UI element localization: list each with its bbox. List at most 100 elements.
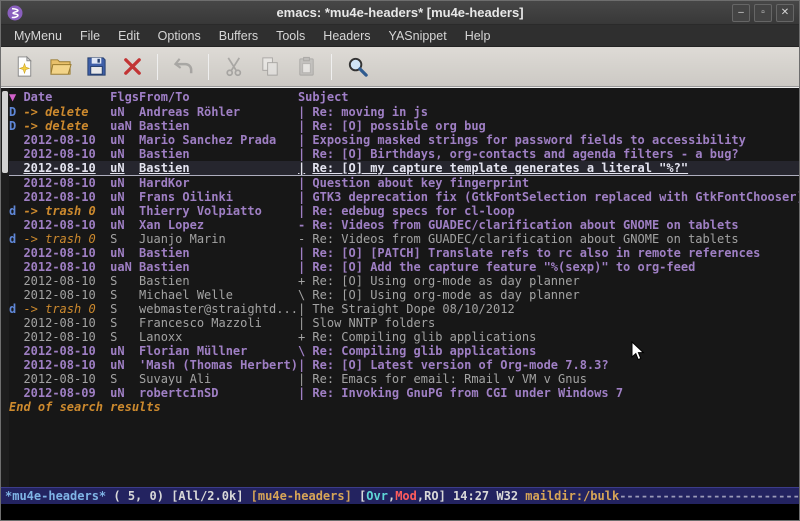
thread-separator: - xyxy=(298,232,312,246)
new-file-icon xyxy=(13,55,36,78)
from-cell: webmaster@straightd... xyxy=(139,302,298,316)
sort-indicator-icon: ▼ xyxy=(9,90,23,105)
toolbar-separator xyxy=(331,54,332,80)
thread-separator: | xyxy=(298,119,312,133)
message-row[interactable]: 2012-08-10uNBastien|Re: [O] my capture t… xyxy=(9,161,799,176)
from-cell: Bastien xyxy=(139,260,298,274)
flags-cell: uN xyxy=(110,204,139,218)
message-row[interactable]: 2012-08-10SBastien+Re: [O] Using org-mod… xyxy=(9,274,799,288)
menu-item-file[interactable]: File xyxy=(71,25,109,47)
column-date: Date xyxy=(23,90,110,105)
column-from: From/To xyxy=(139,90,298,105)
date-cell: 2012-08-10 xyxy=(23,274,110,288)
message-row[interactable]: 2012-08-10uNMario Sanchez Prada|Exposing… xyxy=(9,133,799,147)
minimize-button[interactable]: – xyxy=(732,4,750,22)
message-row[interactable]: D-> deleteuNAndreas Röhler|Re: moving in… xyxy=(9,105,799,119)
date-cell: 2012-08-10 xyxy=(23,344,110,358)
from-cell: Thierry Volpiatto xyxy=(139,204,298,218)
date-cell: 2012-08-09 xyxy=(23,386,110,400)
thread-separator: | xyxy=(298,358,312,372)
message-row[interactable]: 2012-08-10uNFlorian Müllner\Re: Compilin… xyxy=(9,344,799,358)
message-row[interactable]: 2012-08-09uNrobertcInSD|Re: Invoking Gnu… xyxy=(9,386,799,400)
subject-cell: Re: edebug specs for cl-loop xyxy=(312,204,799,218)
save-button[interactable] xyxy=(81,52,111,82)
message-row[interactable]: 2012-08-10uNFrans Oilinki|GTK3 deprecati… xyxy=(9,190,799,204)
date-cell: 2012-08-10 xyxy=(23,358,110,372)
close-buffer-button[interactable] xyxy=(117,52,147,82)
message-row[interactable]: d-> trash 0Swebmaster@straightd...|The S… xyxy=(9,302,799,316)
from-cell: Bastien xyxy=(139,119,298,133)
subject-cell: Re: [O] Add the capture feature "%(sexp)… xyxy=(312,260,799,274)
flags-cell: uaN xyxy=(110,260,139,274)
from-cell: Xan Lopez xyxy=(139,218,298,232)
date-cell: -> delete xyxy=(23,119,110,133)
cut-button[interactable] xyxy=(219,52,249,82)
menu-item-tools[interactable]: Tools xyxy=(267,25,314,47)
scrollbar-thumb[interactable] xyxy=(2,91,8,173)
open-file-icon xyxy=(49,55,72,78)
scrollbar[interactable] xyxy=(1,88,9,487)
message-row[interactable]: 2012-08-10uaNBastien|Re: [O] Add the cap… xyxy=(9,260,799,274)
subject-cell: Re: [O] Using org-mode as day planner xyxy=(312,288,799,302)
modeline-position: ( 5, 0) xyxy=(106,488,171,504)
menu-item-mymenu[interactable]: MyMenu xyxy=(5,25,71,47)
message-row[interactable]: D-> deleteuaNBastien|Re: [O] possible or… xyxy=(9,119,799,133)
copy-button[interactable] xyxy=(255,52,285,82)
menu-item-headers[interactable]: Headers xyxy=(314,25,379,47)
menu-item-help[interactable]: Help xyxy=(456,25,500,47)
from-cell: 'Mash (Thomas Herbert) xyxy=(139,358,298,372)
new-file-button[interactable] xyxy=(9,52,39,82)
copy-icon xyxy=(259,55,282,78)
date-cell: 2012-08-10 xyxy=(23,190,110,204)
mark-char xyxy=(9,330,23,344)
menu-item-buffers[interactable]: Buffers xyxy=(210,25,267,47)
from-cell: Suvayu Ali xyxy=(139,372,298,386)
mark-char xyxy=(9,358,23,372)
mark-char xyxy=(9,147,23,161)
message-row[interactable]: 2012-08-10SLanoxx+Re: Compiling glib app… xyxy=(9,330,799,344)
message-row[interactable]: 2012-08-10uNXan Lopez-Re: Videos from GU… xyxy=(9,218,799,232)
message-row[interactable]: 2012-08-10uNHardKor|Question about key f… xyxy=(9,176,799,190)
message-row[interactable]: d-> trash 0SJuanjo Marin-Re: Videos from… xyxy=(9,232,799,246)
date-cell: -> trash 0 xyxy=(23,232,110,246)
menu-item-options[interactable]: Options xyxy=(149,25,210,47)
message-row[interactable]: 2012-08-10SSuvayu Ali|Re: Emacs for emai… xyxy=(9,372,799,386)
message-row[interactable]: 2012-08-10uNBastien|Re: [O] [PATCH] Tran… xyxy=(9,246,799,260)
subject-cell: Re: [O] [PATCH] Translate refs to rc als… xyxy=(312,246,799,260)
message-row[interactable]: 2012-08-10SFrancesco Mazzoli|Slow NNTP f… xyxy=(9,316,799,330)
modeline-maildir: maildir:/bulk xyxy=(525,488,619,504)
mark-char: D xyxy=(9,105,23,119)
maximize-button[interactable]: ▫ xyxy=(754,4,772,22)
paste-button[interactable] xyxy=(291,52,321,82)
message-row[interactable]: 2012-08-10SMichael Welle\Re: [O] Using o… xyxy=(9,288,799,302)
from-cell: Lanoxx xyxy=(139,330,298,344)
toolbar-separator xyxy=(157,54,158,80)
flags-cell: uN xyxy=(110,161,139,175)
flags-cell: uN xyxy=(110,105,139,119)
thread-separator: \ xyxy=(298,288,312,302)
date-cell: 2012-08-10 xyxy=(23,147,110,161)
subject-cell: Re: [O] my capture template generates a … xyxy=(312,161,799,175)
open-file-button[interactable] xyxy=(45,52,75,82)
flags-cell: uaN xyxy=(110,119,139,133)
close-button[interactable]: ✕ xyxy=(776,4,794,22)
message-row[interactable]: d-> trash 0uNThierry Volpiatto|Re: edebu… xyxy=(9,204,799,218)
end-of-results: End of search results xyxy=(9,400,799,414)
undo-button[interactable] xyxy=(168,52,198,82)
text-pane: ▼DateFlgsFrom/ToSubject D-> deleteuNAndr… xyxy=(9,88,799,487)
mark-char xyxy=(9,344,23,358)
mark-char xyxy=(9,190,23,204)
menu-item-edit[interactable]: Edit xyxy=(109,25,149,47)
thread-separator: \ xyxy=(298,344,312,358)
flags-cell: uN xyxy=(110,358,139,372)
from-cell: Francesco Mazzoli xyxy=(139,316,298,330)
menu-item-yasnippet[interactable]: YASnippet xyxy=(380,25,456,47)
from-cell: Bastien xyxy=(139,147,298,161)
from-cell: Mario Sanchez Prada xyxy=(139,133,298,147)
message-row[interactable]: 2012-08-10uN'Mash (Thomas Herbert)|Re: [… xyxy=(9,358,799,372)
subject-cell: GTK3 deprecation fix (GtkFontSelection r… xyxy=(312,190,799,204)
thread-separator: | xyxy=(298,246,312,260)
message-row[interactable]: 2012-08-10uNBastien|Re: [O] Birthdays, o… xyxy=(9,147,799,161)
menubar: MyMenuFileEditOptionsBuffersToolsHeaders… xyxy=(1,25,799,47)
search-button[interactable] xyxy=(342,52,372,82)
